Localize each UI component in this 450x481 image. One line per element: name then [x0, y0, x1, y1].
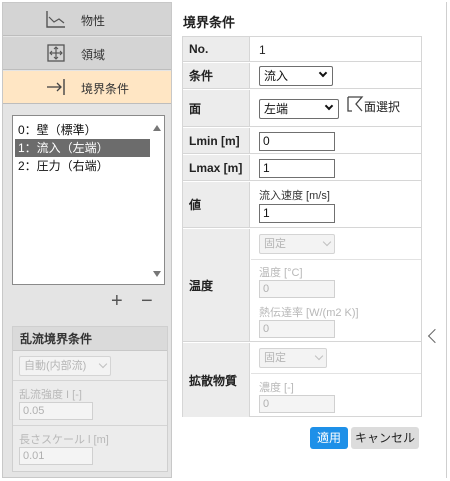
condition-label: 条件 — [183, 63, 250, 88]
lmax-label: Lmax [m] — [183, 155, 250, 180]
divider — [251, 259, 421, 260]
tab-boundary-conditions-label: 境界条件 — [81, 82, 130, 96]
turbulence-intensity-row: 乱流強度 I [-] 0.05 — [13, 382, 167, 426]
diffusion-label: 拡散物質 — [183, 343, 250, 417]
tab-boundary-conditions[interactable]: 境界条件 — [3, 71, 171, 104]
detail-table: No. 1 条件 流入 面 左端 面選択 Lmin [m] 0 Lmax [m]… — [182, 36, 422, 417]
left-sidebar: 物性 領域 境界条件 0：壁（標準） 1：流入（左端） 2：圧力（右端） + −… — [2, 2, 172, 478]
condition-cell: 流入 — [251, 63, 421, 88]
face-select[interactable]: 左端 — [259, 99, 339, 119]
concentration-input[interactable]: 0 — [259, 395, 335, 413]
list-item[interactable]: 0：壁（標準） — [15, 121, 150, 139]
collapse-panel-icon[interactable] — [427, 328, 443, 344]
value-label: 値 — [183, 182, 250, 227]
face-value: 左端 — [264, 102, 289, 116]
row-diffusion: 拡散物質 固定 濃度 [-] 0 — [183, 343, 421, 417]
boundary-list[interactable]: 0：壁（標準） 1：流入（左端） 2：圧力（右端） — [12, 115, 165, 285]
turbulence-title: 乱流境界条件 — [13, 327, 167, 351]
row-lmax: Lmax [m] 1 — [183, 155, 421, 181]
row-face: 面 左端 面選択 — [183, 90, 421, 127]
scroll-down-icon[interactable] — [153, 271, 161, 277]
velocity-label: 流入速度 [m/s] — [259, 190, 330, 202]
face-label: 面 — [183, 90, 250, 126]
arrow-to-wall-icon — [47, 79, 65, 95]
face-select-button[interactable]: 面選択 — [364, 98, 400, 115]
tab-domain-label: 領域 — [81, 48, 106, 62]
chevron-down-icon — [318, 68, 328, 78]
temperature-cell: 固定 温度 [°C] 0 熱伝達率 [W/(m2 K)] 0 — [251, 229, 421, 341]
no-cell: 1 — [251, 37, 421, 61]
tab-domain[interactable]: 領域 — [3, 37, 171, 70]
panel-border — [446, 2, 447, 478]
chevron-down-icon — [98, 359, 108, 369]
cancel-button[interactable]: キャンセル — [351, 427, 419, 449]
turbulence-boundary-section: 乱流境界条件 自動(内部流) 乱流強度 I [-] 0.05 長さスケール l … — [12, 326, 168, 472]
lmin-cell: 0 — [251, 128, 421, 153]
chevron-down-icon — [322, 237, 332, 247]
temperature-unit-label: 温度 [°C] — [259, 267, 303, 279]
diffusion-cell: 固定 濃度 [-] 0 — [251, 343, 421, 417]
tab-properties-label: 物性 — [81, 14, 106, 28]
diffusion-mode-select[interactable]: 固定 — [259, 348, 327, 368]
velocity-input[interactable]: 1 — [259, 204, 335, 223]
temperature-mode-value: 固定 — [264, 238, 286, 250]
move-arrows-icon — [47, 44, 65, 62]
face-cell: 左端 面選択 — [251, 90, 421, 126]
turbulence-length-label: 長さスケール l [m] — [19, 434, 109, 446]
diffusion-mode-value: 固定 — [264, 352, 286, 364]
list-item-selected[interactable]: 1：流入（左端） — [15, 139, 150, 157]
no-value: 1 — [259, 43, 266, 57]
turbulence-intensity-label: 乱流強度 I [-] — [19, 389, 82, 401]
detail-panel: 境界条件 No. 1 条件 流入 面 左端 面選択 Lmin [m] 0 Lma… — [177, 2, 425, 478]
detail-title: 境界条件 — [183, 15, 236, 30]
turbulence-mode-select[interactable]: 自動(内部流) — [19, 356, 111, 376]
lmax-input[interactable]: 1 — [259, 159, 335, 178]
chevron-down-icon — [314, 351, 324, 361]
condition-value: 流入 — [264, 69, 289, 83]
turbulence-intensity-input[interactable]: 0.05 — [19, 402, 93, 420]
row-no: No. 1 — [183, 37, 421, 62]
scroll-up-icon[interactable] — [153, 125, 161, 131]
chevron-down-icon — [324, 101, 334, 111]
row-lmin: Lmin [m] 0 — [183, 128, 421, 154]
turbulence-mode-value: 自動(内部流) — [24, 360, 87, 372]
list-item[interactable]: 2：圧力（右端） — [15, 157, 150, 175]
row-value: 値 流入速度 [m/s] 1 — [183, 182, 421, 228]
turbulence-mode-row: 自動(内部流) — [13, 352, 167, 381]
condition-select[interactable]: 流入 — [259, 66, 333, 86]
lmax-cell: 1 — [251, 155, 421, 180]
turbulence-length-row: 長さスケール l [m] 0.01 — [13, 427, 167, 472]
no-label: No. — [183, 37, 250, 61]
row-condition: 条件 流入 — [183, 63, 421, 89]
face-select-icon[interactable] — [346, 95, 366, 113]
tab-properties[interactable]: 物性 — [3, 3, 171, 36]
row-temperature: 温度 固定 温度 [°C] 0 熱伝達率 [W/(m2 K)] 0 — [183, 229, 421, 342]
value-cell: 流入速度 [m/s] 1 — [251, 182, 421, 227]
temperature-mode-select[interactable]: 固定 — [259, 234, 335, 254]
heat-transfer-label: 熱伝達率 [W/(m2 K)] — [259, 307, 359, 319]
add-boundary-button[interactable]: + — [111, 291, 123, 311]
turbulence-length-input[interactable]: 0.01 — [19, 447, 93, 465]
graph-icon — [46, 11, 65, 28]
apply-button[interactable]: 適用 — [310, 427, 348, 449]
concentration-label: 濃度 [-] — [259, 382, 294, 394]
lmin-label: Lmin [m] — [183, 128, 250, 153]
remove-boundary-button[interactable]: − — [141, 291, 153, 311]
lmin-input[interactable]: 0 — [259, 132, 335, 151]
temperature-input[interactable]: 0 — [259, 280, 335, 298]
temperature-label: 温度 — [183, 229, 250, 341]
divider — [251, 373, 421, 374]
heat-transfer-input[interactable]: 0 — [259, 320, 335, 338]
boundary-condition-panel: 物性 領域 境界条件 0：壁（標準） 1：流入（左端） 2：圧力（右端） + −… — [0, 0, 450, 481]
